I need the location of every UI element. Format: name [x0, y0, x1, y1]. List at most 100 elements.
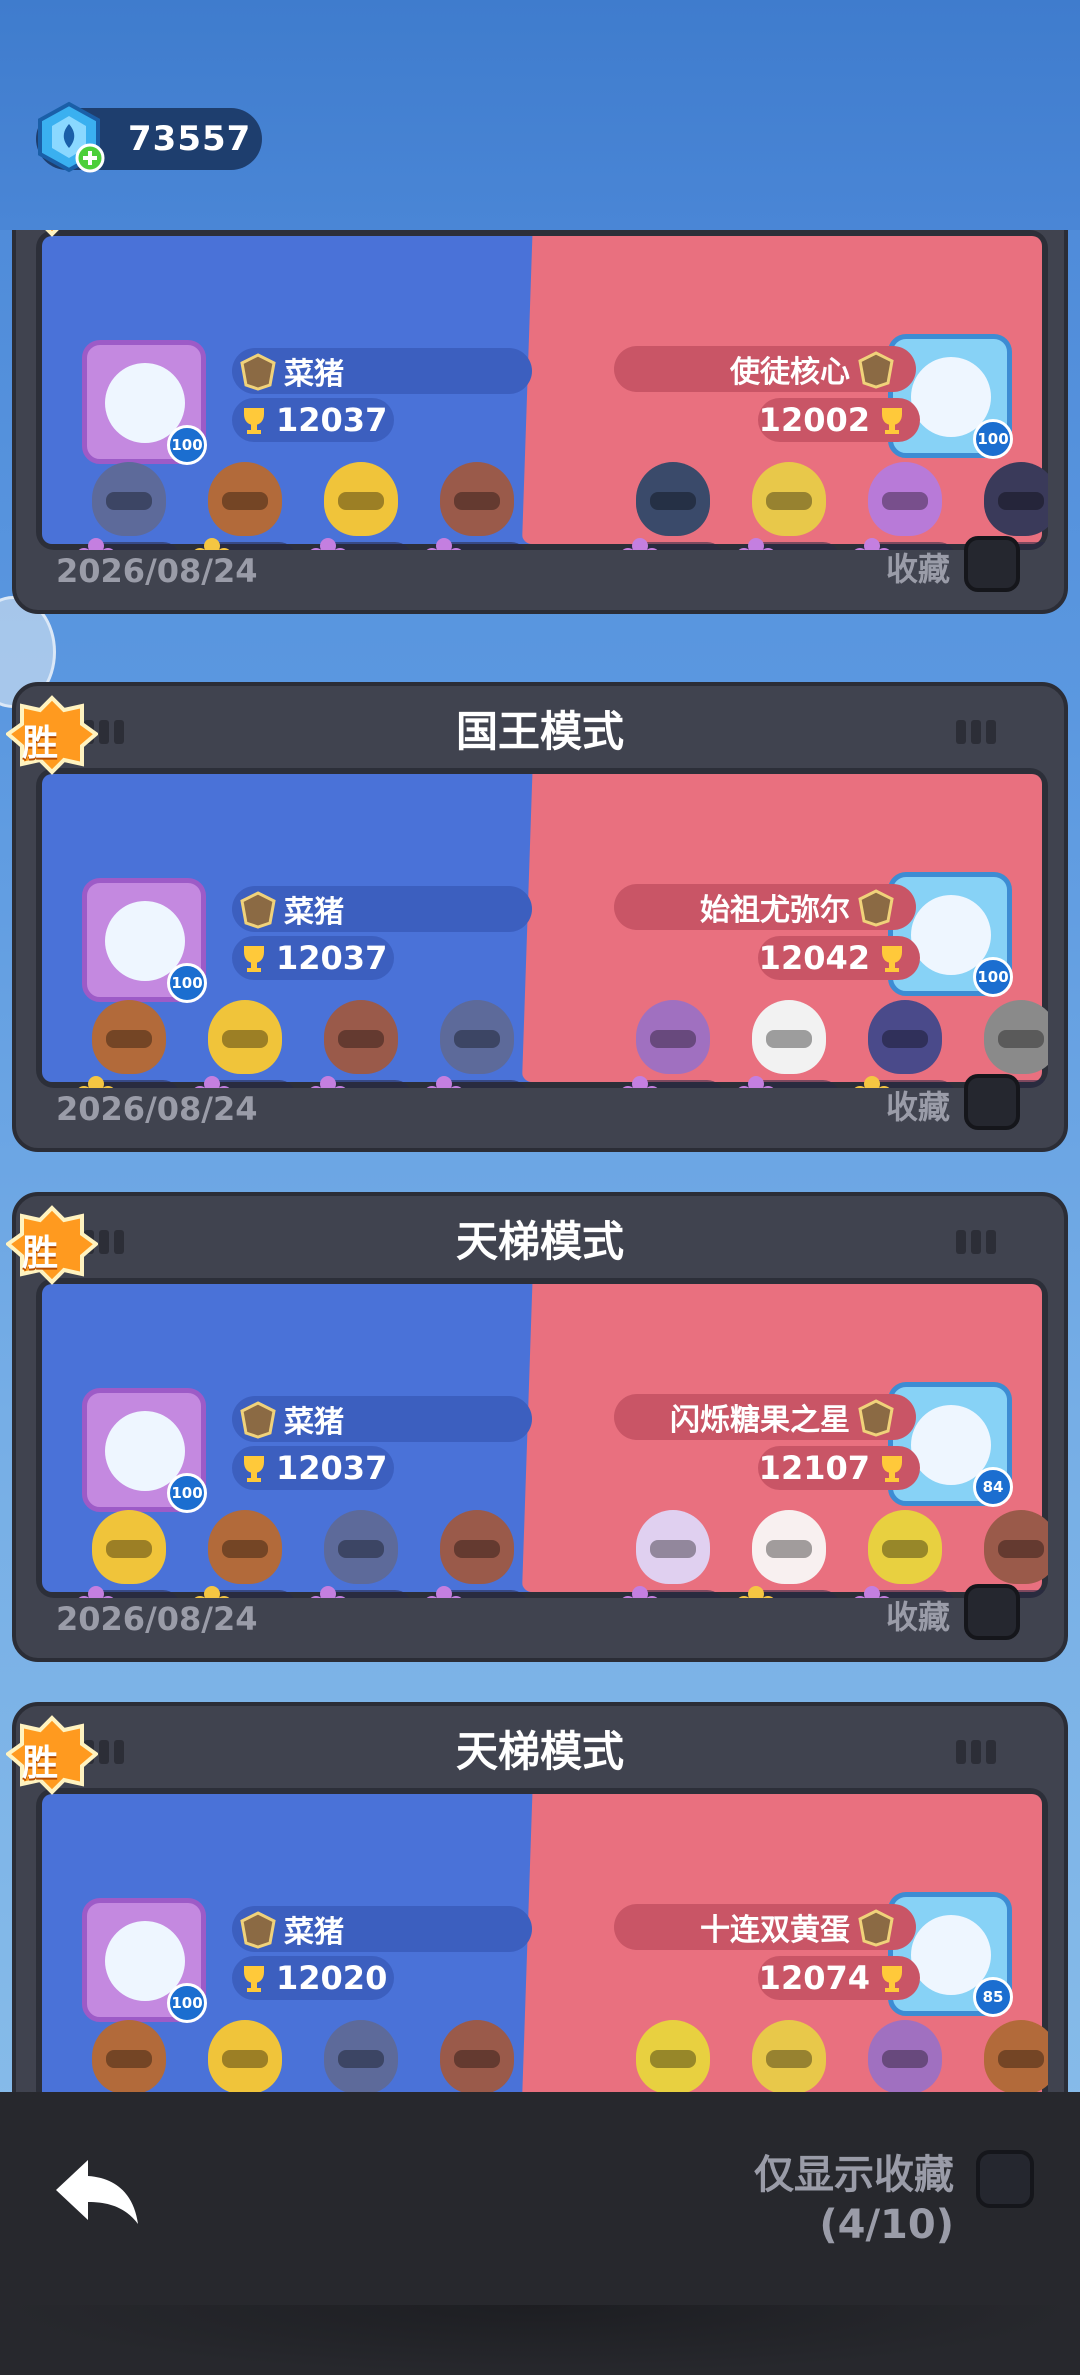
- flower-rank-icon: [738, 538, 774, 550]
- hero-left-3[interactable]: 74级: [418, 1510, 532, 1598]
- hero-left-0[interactable]: 60级: [70, 462, 184, 550]
- only-favorites-toggle-label[interactable]: 仅显示收藏 (4/10): [754, 2150, 954, 2250]
- hero-portrait: [636, 2020, 710, 2092]
- avatar-level-badge: 100: [973, 957, 1013, 997]
- hero-level: 100级: [622, 1586, 724, 1598]
- hero-right-1[interactable]: 100级: [730, 2020, 844, 2092]
- hero-left-1[interactable]: 73级: [186, 1510, 300, 1598]
- hero-left-0[interactable]: 74级: [70, 1510, 184, 1598]
- hero-portrait: [440, 1510, 514, 1584]
- hero-left-2[interactable]: 73级: [302, 1510, 416, 1598]
- avatar-level-badge: 100: [167, 1983, 207, 2023]
- player-avatar[interactable]: 100: [82, 340, 207, 465]
- opponent-trophies: 12074: [758, 1959, 870, 1997]
- back-arrow-icon[interactable]: [52, 2152, 142, 2232]
- hero-right-2[interactable]: 60级: [846, 1000, 960, 1088]
- hero-left-0[interactable]: 60级: [70, 1000, 184, 1088]
- win-badge: 胜: [6, 230, 98, 238]
- hero-left-1[interactable]: 60级: [186, 462, 300, 550]
- only-favorites-label: 仅显示收藏: [754, 2152, 954, 2198]
- currency-display[interactable]: 73557: [36, 101, 262, 173]
- hero-left-2[interactable]: 60级: [302, 1000, 416, 1088]
- rank-crest-icon: [858, 889, 894, 927]
- player-name-bar: 菜猪: [232, 348, 532, 394]
- hero-level: 60级: [738, 538, 840, 551]
- hero-right-2[interactable]: 100级: [846, 1510, 960, 1598]
- hero-portrait: [984, 1510, 1048, 1584]
- only-favorites-checkbox[interactable]: [976, 2150, 1034, 2208]
- hero-left-2[interactable]: 60级: [302, 462, 416, 550]
- opponent-name: 始祖尤弥尔: [700, 893, 850, 928]
- hero-level-text: 60级: [473, 546, 518, 551]
- hero-level-text: 60级: [357, 546, 402, 551]
- hero-left-1[interactable]: 60级: [186, 1000, 300, 1088]
- hero-right-2[interactable]: 60级: [846, 462, 960, 550]
- hero-right-0[interactable]: 100级: [614, 2020, 728, 2092]
- battle-card[interactable]: 天梯模式 100 84 菜猪 12037 闪烁糖果之星 12107 胜 2026…: [4, 1192, 1068, 1662]
- rank-crest-icon: [240, 353, 276, 391]
- hero-level-text: 60级: [785, 546, 830, 551]
- favorite-checkbox[interactable]: [964, 536, 1020, 592]
- hero-right-1[interactable]: 100级: [730, 1510, 844, 1598]
- flower-rank-icon: [194, 1076, 230, 1088]
- player-avatar[interactable]: 100: [82, 1388, 207, 1513]
- flower-rank-icon: [78, 1076, 114, 1088]
- avatar-level-badge: 100: [167, 963, 207, 1003]
- hero-right-1[interactable]: 60级: [730, 462, 844, 550]
- hero-level-text: 60级: [241, 1084, 286, 1089]
- hero-right-0[interactable]: 60级: [614, 1000, 728, 1088]
- player-name: 菜猪: [284, 357, 344, 392]
- flower-rank-icon: [194, 1586, 230, 1598]
- hero-left-0[interactable]: 73级: [70, 2020, 184, 2092]
- hero-level-text: 60级: [473, 1084, 518, 1089]
- hero-right-0[interactable]: 60级: [614, 462, 728, 550]
- match-panel[interactable]: 100 84 菜猪 12037 闪烁糖果之星 12107: [36, 1278, 1048, 1598]
- opponent-name-bar: 使徒核心: [614, 346, 916, 392]
- hero-right-1[interactable]: 60级: [730, 1000, 844, 1088]
- battle-card[interactable]: 天梯模式 100 85 菜猪 12020 十连双黄蛋 12074 胜: [4, 1702, 1068, 2092]
- hero-level: 60级: [78, 538, 180, 550]
- flower-rank-icon: [426, 1586, 462, 1598]
- win-badge: 胜: [4, 694, 100, 776]
- opponent-trophy-bar: 12042: [758, 936, 920, 980]
- player-avatar[interactable]: 100: [82, 878, 207, 1003]
- mode-title: 天梯模式: [455, 1727, 624, 1776]
- battle-card[interactable]: 国王模式 100 100 菜猪 12037 使徒核心: [12, 230, 1068, 614]
- rank-crest-icon: [240, 1911, 276, 1949]
- hero-right-3[interactable]: 100级: [962, 2020, 1048, 2092]
- favorite-checkbox[interactable]: [964, 1584, 1020, 1640]
- hero-right-0[interactable]: 100级: [614, 1510, 728, 1598]
- player-team-heroes: 60级 60级: [70, 1000, 532, 1088]
- favorite-label: 收藏: [885, 1598, 950, 1636]
- hero-portrait: [208, 1510, 282, 1584]
- hero-portrait: [868, 2020, 942, 2092]
- player-name-bar: 菜猪: [232, 1396, 532, 1442]
- battle-record-list[interactable]: 国王模式 100 100 菜猪 12037 使徒核心: [0, 230, 1080, 2092]
- match-panel[interactable]: 100 100 菜猪 12037 始祖尤弥尔 12042: [36, 768, 1048, 1088]
- hero-right-2[interactable]: 100级: [846, 2020, 960, 2092]
- hero-level-text: 100级: [771, 1594, 830, 1599]
- hero-level: 100级: [738, 1586, 840, 1599]
- hero-left-3[interactable]: 60级: [418, 462, 532, 550]
- hero-level: 60级: [738, 1076, 840, 1088]
- hero-left-3[interactable]: 60级: [418, 1000, 532, 1088]
- hero-left-3[interactable]: 74级: [418, 2020, 532, 2092]
- hero-left-2[interactable]: 73级: [302, 2020, 416, 2092]
- player-avatar[interactable]: 100: [82, 1898, 207, 2023]
- flower-rank-icon: [310, 1076, 346, 1088]
- hero-level-text: 73级: [357, 1594, 402, 1599]
- hero-portrait: [324, 2020, 398, 2092]
- favorite-checkbox[interactable]: [964, 1074, 1020, 1130]
- hero-level: 60级: [310, 538, 412, 551]
- win-badge: 胜: [4, 1204, 100, 1286]
- opponent-trophies: 12107: [758, 1449, 870, 1487]
- hero-portrait: [440, 462, 514, 536]
- hero-portrait: [868, 462, 942, 536]
- match-panel[interactable]: 100 100 菜猪 12037 使徒核心 12002: [36, 230, 1048, 550]
- match-panel[interactable]: 100 85 菜猪 12020 十连双黄蛋 12074: [36, 1788, 1048, 2092]
- hero-left-1[interactable]: 74级: [186, 2020, 300, 2092]
- trophy-icon: [244, 1456, 264, 1482]
- player-trophy-bar: 12020: [232, 1956, 394, 2000]
- battle-card[interactable]: 国王模式 100 100 菜猪 12037 始祖尤弥尔 12042 胜 2026…: [4, 682, 1068, 1152]
- hero-portrait: [440, 1000, 514, 1074]
